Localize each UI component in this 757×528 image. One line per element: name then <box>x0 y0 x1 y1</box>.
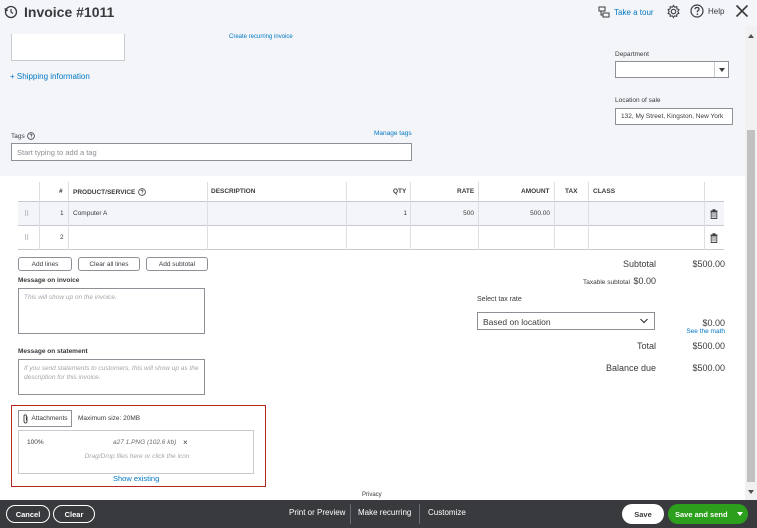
close-icon[interactable] <box>735 4 749 20</box>
taxable-subtotal-value: $0.00 <box>633 276 656 286</box>
subtotal-value: $500.00 <box>692 259 725 269</box>
table-row[interactable]: ⠿ 2 <box>18 226 724 250</box>
history-icon[interactable] <box>4 5 18 21</box>
column-header-amount: AMOUNT <box>521 188 550 195</box>
trash-icon[interactable] <box>710 209 718 221</box>
balance-due-value: $500.00 <box>692 363 725 373</box>
billing-address-field[interactable] <box>11 34 125 61</box>
total-value: $500.00 <box>692 341 725 351</box>
save-and-send-label: Save and send <box>675 510 728 519</box>
message-on-invoice-label: Message on invoice <box>18 277 80 284</box>
drag-handle-icon[interactable]: ⠿ <box>24 234 29 242</box>
add-lines-button[interactable]: Add lines <box>18 257 72 271</box>
column-header-qty: QTY <box>393 188 407 195</box>
attached-file-name[interactable]: a27 1.PNG (102.6 kb) <box>113 439 176 446</box>
balance-due-label: Balance due <box>605 363 656 373</box>
tag-input[interactable]: Start typing to add a tag <box>11 143 412 161</box>
column-header-product: PRODUCT/SERVICE <box>73 188 147 196</box>
line-items-table: # PRODUCT/SERVICE DESCRIPTION QTY RATE A… <box>18 182 724 250</box>
subtotal-label: Subtotal <box>622 259 656 269</box>
save-and-send-button[interactable]: Save and send <box>668 504 748 524</box>
department-label: Department <box>615 51 649 58</box>
max-size-note: Maximum size: 20MB <box>78 415 141 422</box>
footer-bar: Cancel Clear Print or Preview Make recur… <box>0 500 757 528</box>
make-recurring-button[interactable]: Make recurring <box>358 508 411 517</box>
rate-cell[interactable]: 500 <box>414 210 474 217</box>
drag-handle-icon[interactable]: ⠿ <box>24 210 29 218</box>
save-button[interactable]: Save <box>622 504 664 524</box>
add-subtotal-button[interactable]: Add subtotal <box>146 257 208 271</box>
scrollbar[interactable] <box>745 26 757 500</box>
chevron-down-icon[interactable] <box>639 316 649 328</box>
take-a-tour-link[interactable]: Take a tour <box>598 6 654 18</box>
caret-down-icon[interactable] <box>714 62 728 77</box>
help-label: Help <box>708 6 725 16</box>
column-header-product-label: PRODUCT/SERVICE <box>73 188 136 196</box>
print-or-preview-button[interactable]: Print or Preview <box>289 508 345 517</box>
qty-cell[interactable]: 1 <box>356 210 407 217</box>
tags-label-text: Tags <box>11 132 25 140</box>
message-on-statement-label: Message on statement <box>18 348 88 355</box>
caret-down-icon[interactable] <box>737 512 743 516</box>
total-label: Total <box>636 341 656 351</box>
row-number: 2 <box>60 234 64 241</box>
tax-rate-value: Based on location <box>483 317 551 327</box>
column-header-description: DESCRIPTION <box>211 188 256 195</box>
attachments-button-label: Attachments <box>31 415 68 422</box>
table-row[interactable]: ⠿ 1 Computer A 1 500 500.00 <box>18 202 724 226</box>
paperclip-icon <box>23 413 28 423</box>
tour-icon <box>598 6 610 18</box>
message-on-invoice-input[interactable]: This will show up on the invoice. <box>18 288 205 334</box>
clear-all-lines-button[interactable]: Clear all lines <box>78 257 140 271</box>
create-recurring-link[interactable]: Create recurring invoice <box>229 34 293 40</box>
info-icon[interactable] <box>138 188 147 196</box>
trash-icon[interactable] <box>710 233 718 245</box>
location-of-sale-label: Location of sale <box>615 97 661 104</box>
amount-cell[interactable]: 500.00 <box>482 210 550 217</box>
attachments-button[interactable]: Attachments <box>18 410 72 427</box>
tax-rate-select[interactable]: Based on location <box>477 312 655 330</box>
gear-icon[interactable] <box>666 4 681 21</box>
show-existing-link[interactable]: Show existing <box>113 474 159 483</box>
page-title: Invoice #1011 <box>24 4 115 20</box>
scroll-down-icon[interactable] <box>748 490 754 494</box>
customize-button[interactable]: Customize <box>428 508 466 517</box>
column-header-tax: TAX <box>565 188 578 195</box>
help-button[interactable]: Help <box>690 4 724 18</box>
question-icon <box>690 4 704 18</box>
select-tax-rate-label: Select tax rate <box>477 296 522 303</box>
clear-button[interactable]: Clear <box>53 505 95 523</box>
remove-attachment-icon[interactable]: × <box>183 438 188 447</box>
department-select[interactable] <box>615 61 729 78</box>
info-icon[interactable] <box>26 132 35 140</box>
product-cell[interactable]: Computer A <box>73 210 107 217</box>
scroll-up-icon[interactable] <box>748 34 754 38</box>
table-header: # PRODUCT/SERVICE DESCRIPTION QTY RATE A… <box>18 182 724 202</box>
message-on-statement-input[interactable]: If you send statements to customers, thi… <box>18 359 205 395</box>
privacy-link[interactable]: Privacy <box>362 492 382 498</box>
invoice-header: Invoice #1011 Take a tour Help <box>0 0 757 26</box>
column-header-number: # <box>59 188 63 195</box>
cancel-button[interactable]: Cancel <box>6 505 50 523</box>
shipping-information-link[interactable]: + Shipping information <box>10 72 90 81</box>
location-of-sale-input[interactable]: 132, My Street, Kingston, New York <box>615 108 733 125</box>
see-the-math-link[interactable]: See the math <box>670 328 725 335</box>
scroll-thumb[interactable] <box>747 130 755 482</box>
attachment-drop-zone[interactable]: 100% a27 1.PNG (102.6 kb) × Drag/Drop fi… <box>18 430 254 474</box>
manage-tags-link[interactable]: Manage tags <box>374 130 412 137</box>
row-number: 1 <box>60 210 64 217</box>
tax-amount-value: $0.00 <box>702 318 725 328</box>
upload-progress: 100% <box>27 439 44 446</box>
tour-label: Take a tour <box>614 7 654 17</box>
drop-hint: Drag/Drop files here or click the icon <box>84 453 190 460</box>
column-header-class: CLASS <box>593 188 616 195</box>
column-header-rate: RATE <box>457 188 475 195</box>
tags-label: Tags <box>11 132 35 140</box>
